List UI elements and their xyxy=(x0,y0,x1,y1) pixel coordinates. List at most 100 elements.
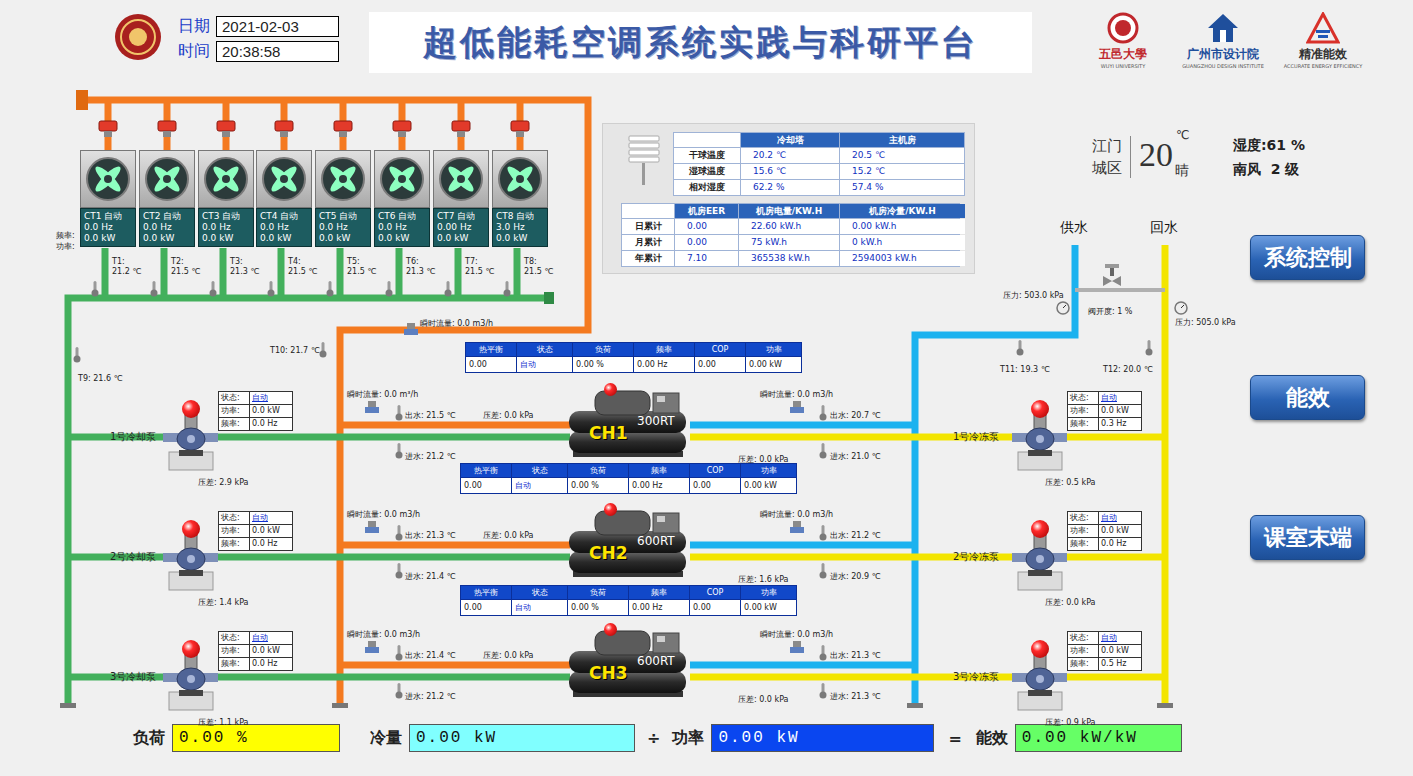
row-label: 年累计 xyxy=(622,251,674,266)
status-cell: 0.00 % xyxy=(573,357,633,372)
plant-diagram: 频率:功率:CT1 自动0.0 Hz0.0 kWT1:21.2 ℃CT2 自动0… xyxy=(0,85,1413,718)
pump-mode[interactable]: 自动 xyxy=(250,632,292,644)
chiller-capacity: 300RT xyxy=(637,414,675,428)
status-header: 热平衡 xyxy=(461,586,511,599)
city: 江门 xyxy=(1092,135,1122,157)
pump-mode[interactable]: 自动 xyxy=(1099,512,1141,524)
flow-meter-icon xyxy=(790,641,804,653)
district: 城区 xyxy=(1092,157,1122,179)
thermometer-icon xyxy=(394,645,404,661)
table-cell: 20.2 ℃ xyxy=(741,148,839,163)
condenser-outlet-temp: 出水: 21.4 ℃ xyxy=(405,651,456,661)
return-pressure: 压力: 505.0 kPa xyxy=(1175,318,1236,328)
chiller[interactable]: CH3600RT xyxy=(565,625,690,700)
table-header: 机房EER xyxy=(675,204,738,218)
evaporator-inlet-temp: 进水: 21.0 ℃ xyxy=(830,452,881,462)
logo-name: 五邑大學 xyxy=(1099,46,1147,63)
pump-mode[interactable]: 自动 xyxy=(1099,392,1141,404)
condenser-pressure-diff: 压差: 0.0 kPa xyxy=(483,651,534,661)
chiller[interactable]: CH1 300RT xyxy=(565,385,690,460)
pump-name: 2号冷却泵 xyxy=(110,550,156,564)
cooling-tower[interactable]: CT3 自动0.0 Hz0.0 kW xyxy=(198,150,254,247)
tower-fan xyxy=(139,150,195,208)
status-cell: 0.00 % xyxy=(568,600,628,615)
logo: 五邑大學WUYI UNIVERSITY xyxy=(1082,12,1164,69)
thermometer-icon xyxy=(818,525,828,541)
table-cell: 365538 kW.h xyxy=(739,251,839,266)
valve-opening: 阀开度: 1 % xyxy=(1088,307,1132,317)
pump-power: 0.0 kW xyxy=(1099,645,1141,657)
status-cell: 0.00 Hz xyxy=(629,600,689,615)
power-label: 功率: xyxy=(56,242,75,252)
cooling-tower[interactable]: CT8 自动3.0 Hz0.0 kW xyxy=(492,150,548,247)
pump-info-table: 状态:自动功率:0.0 kW频率:0.3 Hz xyxy=(1067,391,1142,431)
pump-status-light xyxy=(182,520,200,538)
weather-widget: 江门城区20℃晴湿度:61 %南风 2 级 xyxy=(1092,133,1305,181)
pump-mode[interactable]: 自动 xyxy=(250,512,292,524)
evaporator-pressure-diff: 压差: 0.0 kPa xyxy=(738,695,789,705)
cooling-pump[interactable] xyxy=(163,640,218,712)
pump-pressure-diff: 压差: 0.0 kPa xyxy=(1045,598,1096,608)
chilled-pump[interactable] xyxy=(1012,520,1067,592)
status-header: 负荷 xyxy=(573,343,633,356)
status-cell[interactable]: 自动 xyxy=(517,357,572,372)
temperature: 20 xyxy=(1139,136,1173,174)
status-header: 频率 xyxy=(629,464,689,477)
cooling-tower[interactable]: CT4 自动0.0 Hz0.0 kW xyxy=(256,150,312,247)
status-cell: 0.00 xyxy=(461,600,511,615)
fan-icon xyxy=(261,156,307,202)
cooling-tower[interactable]: CT1 自动0.0 Hz0.0 kW xyxy=(80,150,136,247)
thermometer-icon xyxy=(266,281,276,297)
evaporator-outlet-temp: 出水: 21.3 ℃ xyxy=(830,651,881,661)
table-cell: 22.60 kW.h xyxy=(739,219,839,234)
tower-name: CT8 自动 xyxy=(496,211,544,222)
cooling-tower[interactable]: CT5 自动0.0 Hz0.0 kW xyxy=(315,150,371,247)
cooling-pump[interactable] xyxy=(163,400,218,472)
status-header: COP xyxy=(690,464,740,477)
tower-fan xyxy=(80,150,136,208)
pump-pressure-diff: 压差: 0.9 kPa xyxy=(1045,718,1096,728)
cooling-tower[interactable]: CT7 自动0.00 Hz0.0 kW xyxy=(433,150,489,247)
pump-frequency: 0.0 Hz xyxy=(250,538,292,550)
pump-mode[interactable]: 自动 xyxy=(250,392,292,404)
chilled-pump[interactable] xyxy=(1012,640,1067,712)
tower-frequency: 0.0 Hz xyxy=(260,222,308,233)
status-cell: 0.00 kW xyxy=(741,478,796,493)
university-emblem-icon xyxy=(1106,12,1140,44)
status-cell[interactable]: 自动 xyxy=(512,478,567,493)
status-cell: 0.00 % xyxy=(568,478,628,493)
chiller-alarm-light xyxy=(595,503,625,517)
status-header: 负荷 xyxy=(568,586,628,599)
environment-table: 冷却塔主机房干球温度20.2 ℃20.5 ℃湿球温度15.6 ℃15.2 ℃相对… xyxy=(673,132,965,196)
chiller[interactable]: CH2600RT xyxy=(565,505,690,580)
nav-button[interactable]: 课室末端 xyxy=(1250,515,1365,560)
pump-pressure-diff: 压差: 2.9 kPa xyxy=(198,478,249,488)
tower-fan xyxy=(492,150,548,208)
supply-label: 供水 xyxy=(1060,219,1088,237)
chiller-name: CH1 xyxy=(589,423,628,443)
divide-sign: ÷ xyxy=(647,729,660,748)
thermometer-icon xyxy=(443,281,453,297)
pump-mode[interactable]: 自动 xyxy=(1099,632,1141,644)
cooling-tower[interactable]: CT2 自动0.0 Hz0.0 kW xyxy=(139,150,195,247)
cooling-tower[interactable]: CT6 自动0.0 Hz0.0 kW xyxy=(374,150,430,247)
table-cell: 0 kW.h xyxy=(840,235,965,250)
status-cell[interactable]: 自动 xyxy=(512,600,567,615)
cooling-pump[interactable] xyxy=(163,520,218,592)
chilled-pump[interactable] xyxy=(1012,400,1067,472)
table-cell: 0.00 xyxy=(675,235,738,250)
tower-power: 0.0 kW xyxy=(496,233,544,244)
tower-frequency: 3.0 Hz xyxy=(496,222,544,233)
fan-icon xyxy=(144,156,190,202)
power-value: 0.00 kW xyxy=(711,724,934,752)
pump-info-table: 状态:自动功率:0.0 kW频率:0.5 Hz xyxy=(1067,631,1142,671)
nav-button[interactable]: 系统控制 xyxy=(1250,235,1365,280)
status-cell: 0.00 xyxy=(690,478,740,493)
pressure-gauge-icon xyxy=(1174,301,1188,315)
flow-meter-icon xyxy=(404,323,418,335)
tower-power: 0.0 kW xyxy=(84,233,132,244)
fan-icon xyxy=(85,156,131,202)
nav-button[interactable]: 能效 xyxy=(1250,375,1365,420)
pump-status-light xyxy=(182,400,200,418)
condenser-flow: 瞬时流量: 0.0 m3/h xyxy=(347,630,420,640)
